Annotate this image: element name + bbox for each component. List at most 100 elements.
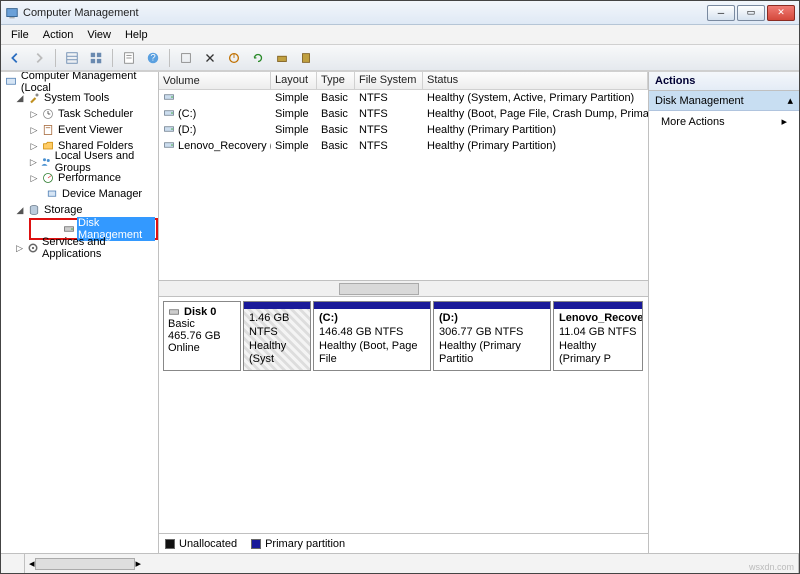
forward-button[interactable] — [29, 48, 49, 68]
volume-type: Basic — [317, 140, 355, 152]
partition-status: Healthy (Boot, Page File — [319, 340, 425, 368]
volume-list-header[interactable]: Volume Layout Type File System Status — [159, 72, 648, 90]
tree-storage[interactable]: ◢ Storage — [1, 202, 158, 218]
volume-status: Healthy (Primary Partition) — [423, 140, 648, 152]
col-layout[interactable]: Layout — [271, 72, 317, 89]
tree-services-apps[interactable]: ▷ Services and Applications — [1, 240, 158, 256]
tree-root[interactable]: Computer Management (Local — [1, 74, 158, 90]
legend-primary: Primary partition — [265, 538, 345, 550]
partition-info: 306.77 GB NTFS — [439, 326, 545, 340]
view-detail-button[interactable] — [86, 48, 106, 68]
drive-icon — [163, 123, 175, 138]
settings-button[interactable] — [272, 48, 292, 68]
collapse-icon[interactable]: ▴ — [787, 94, 793, 107]
menu-help[interactable]: Help — [119, 27, 154, 43]
clock-icon — [41, 107, 55, 121]
volume-row[interactable]: (D:) Simple Basic NTFS Healthy (Primary … — [159, 122, 648, 138]
volume-row[interactable]: Simple Basic NTFS Healthy (System, Activ… — [159, 90, 648, 106]
disk-state: Online — [168, 342, 236, 354]
tree-local-users[interactable]: ▷ Local Users and Groups — [1, 154, 158, 170]
expand-icon[interactable]: ▷ — [29, 141, 39, 152]
performance-icon — [41, 171, 55, 185]
expand-icon[interactable]: ◢ — [15, 93, 25, 104]
disk-name: Disk 0 — [184, 306, 216, 318]
chevron-right-icon: ▸ — [781, 115, 787, 128]
actions-section[interactable]: Disk Management ▴ — [649, 91, 799, 111]
volume-row[interactable]: Lenovo_Recovery (E:) Simple Basic NTFS H… — [159, 138, 648, 154]
view-list-button[interactable] — [62, 48, 82, 68]
refresh-button[interactable] — [248, 48, 268, 68]
col-volume[interactable]: Volume — [159, 72, 271, 89]
volume-name: (D:) — [178, 124, 196, 136]
partition-info: 11.04 GB NTFS — [559, 326, 637, 340]
partition[interactable]: (C:)146.48 GB NTFSHealthy (Boot, Page Fi… — [313, 301, 431, 371]
expand-icon[interactable]: ◢ — [15, 205, 25, 216]
back-button[interactable] — [5, 48, 25, 68]
svg-text:?: ? — [150, 52, 155, 63]
partition-status: Healthy (Primary Partitio — [439, 340, 545, 368]
volume-layout: Simple — [271, 140, 317, 152]
actions-more[interactable]: More Actions ▸ — [649, 111, 799, 132]
partition-name: (D:) — [439, 312, 545, 326]
disk-size: 465.76 GB — [168, 330, 236, 342]
expand-icon[interactable]: ▷ — [29, 125, 39, 136]
legend-swatch-unallocated — [165, 539, 175, 549]
tree-disk-management[interactable]: Disk Management — [59, 221, 155, 237]
partition-status: Healthy (Primary P — [559, 340, 637, 368]
tree-event-viewer[interactable]: ▷ Event Viewer — [1, 122, 158, 138]
col-status[interactable]: Status — [423, 72, 648, 89]
volume-layout: Simple — [271, 108, 317, 120]
menubar: File Action View Help — [1, 25, 799, 45]
disk-map[interactable]: Disk 0 Basic 465.76 GB Online 1.46 GB NT… — [159, 297, 648, 553]
tree-pane[interactable]: Computer Management (Local ◢ System Tool… — [1, 72, 159, 553]
actions-pane: Actions Disk Management ▴ More Actions ▸ — [649, 72, 799, 553]
partition[interactable]: 1.46 GB NTFSHealthy (Syst — [243, 301, 311, 371]
status-cell — [145, 554, 799, 573]
volume-status: Healthy (System, Active, Primary Partiti… — [423, 92, 648, 104]
legend: Unallocated Primary partition — [159, 533, 648, 553]
extra-button[interactable] — [296, 48, 316, 68]
volume-fs: NTFS — [355, 124, 423, 136]
col-type[interactable]: Type — [317, 72, 355, 89]
close-button[interactable]: ✕ — [767, 5, 795, 21]
status-scrollbar[interactable]: ◂▸ — [25, 554, 145, 573]
expand-icon[interactable]: ▷ — [29, 109, 39, 120]
menu-view[interactable]: View — [81, 27, 117, 43]
properties-button[interactable] — [119, 48, 139, 68]
window-frame: Computer Management ─ ▭ ✕ File Action Vi… — [0, 0, 800, 574]
volume-fs: NTFS — [355, 140, 423, 152]
tree-task-scheduler[interactable]: ▷ Task Scheduler — [1, 106, 158, 122]
volume-name: Lenovo_Recovery (E:) — [178, 140, 271, 152]
tree-device-manager[interactable]: Device Manager — [1, 186, 158, 202]
volume-scrollbar[interactable] — [159, 280, 648, 296]
disk-label[interactable]: Disk 0 Basic 465.76 GB Online — [163, 301, 241, 371]
window-title: Computer Management — [23, 7, 707, 19]
volume-name: (C:) — [178, 108, 196, 120]
volume-layout: Simple — [271, 92, 317, 104]
volume-list[interactable]: Volume Layout Type File System Status Si… — [159, 72, 648, 297]
help-button[interactable]: ? — [143, 48, 163, 68]
expand-icon[interactable]: ▷ — [15, 243, 24, 254]
expand-icon[interactable]: ▷ — [29, 157, 38, 168]
partition-info: 146.48 GB NTFS — [319, 326, 425, 340]
legend-swatch-primary — [251, 539, 261, 549]
actions-header: Actions — [649, 72, 799, 91]
menu-action[interactable]: Action — [37, 27, 80, 43]
app-icon — [5, 6, 19, 20]
storage-icon — [27, 203, 41, 217]
action-button-2[interactable] — [200, 48, 220, 68]
action-button-3[interactable] — [224, 48, 244, 68]
maximize-button[interactable]: ▭ — [737, 5, 765, 21]
col-filesystem[interactable]: File System — [355, 72, 423, 89]
drive-icon — [163, 91, 175, 106]
disk-type: Basic — [168, 318, 236, 330]
volume-row[interactable]: (C:) Simple Basic NTFS Healthy (Boot, Pa… — [159, 106, 648, 122]
partition[interactable]: Lenovo_Recovery11.04 GB NTFSHealthy (Pri… — [553, 301, 643, 371]
menu-file[interactable]: File — [5, 27, 35, 43]
expand-icon[interactable]: ▷ — [29, 173, 39, 184]
action-button-1[interactable] — [176, 48, 196, 68]
tools-icon — [27, 91, 41, 105]
minimize-button[interactable]: ─ — [707, 5, 735, 21]
titlebar[interactable]: Computer Management ─ ▭ ✕ — [1, 1, 799, 25]
partition[interactable]: (D:)306.77 GB NTFSHealthy (Primary Parti… — [433, 301, 551, 371]
